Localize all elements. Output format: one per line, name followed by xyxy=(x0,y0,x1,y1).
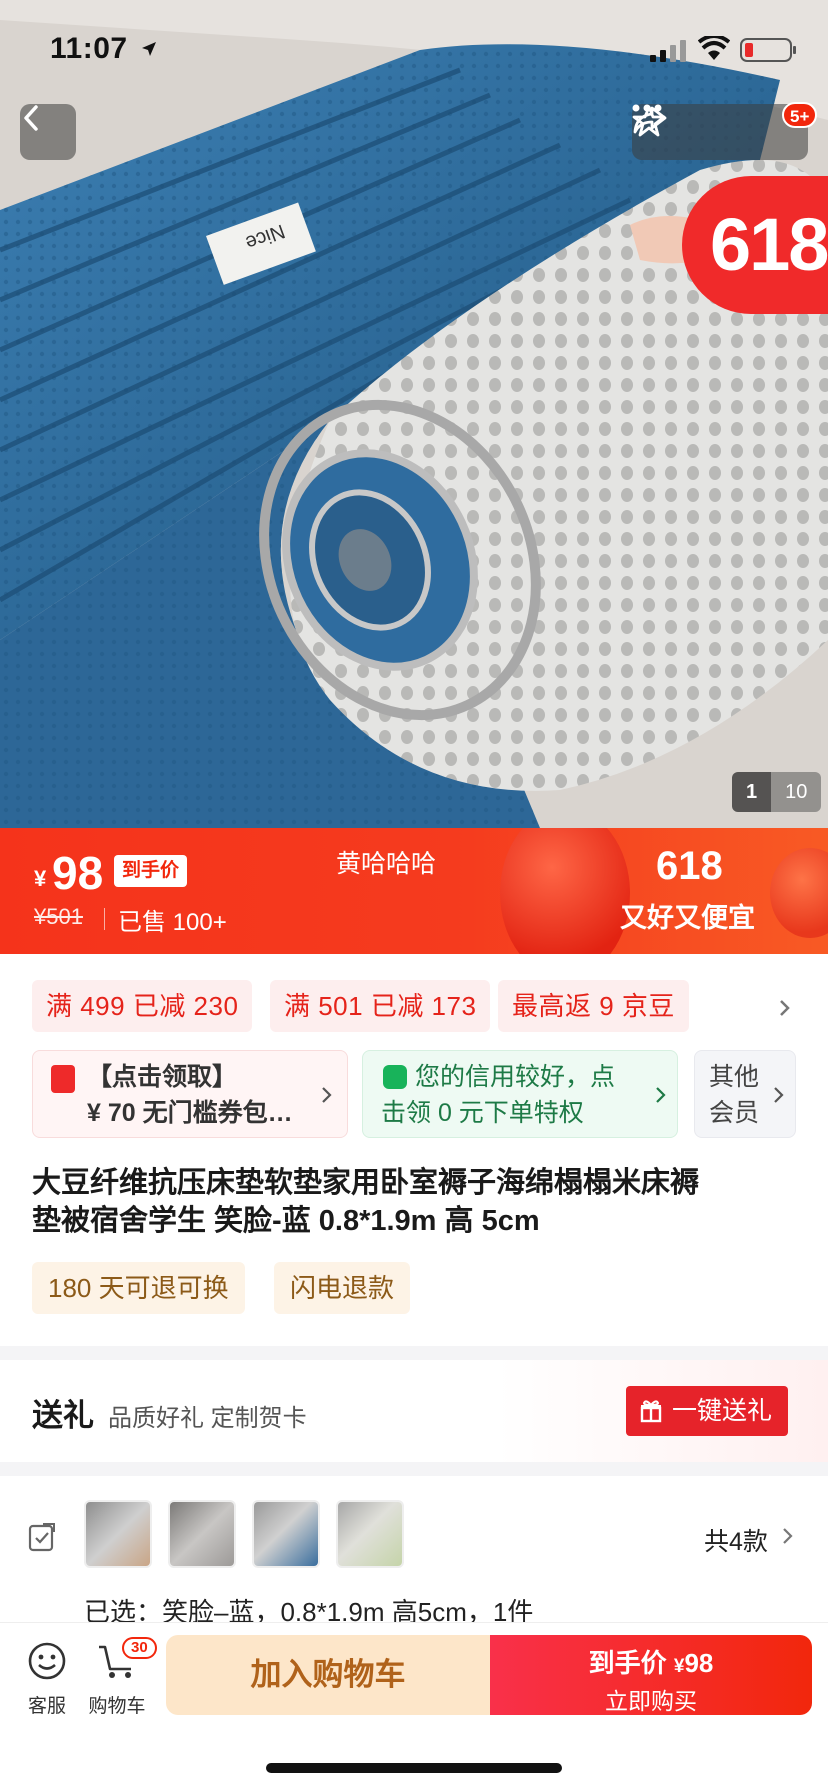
buy-price: 98 xyxy=(684,1648,714,1678)
final-price-tag: 到手价 xyxy=(114,855,188,887)
decorative-balloon xyxy=(770,848,828,938)
chevron-right-icon xyxy=(656,1087,666,1103)
section-divider xyxy=(0,1346,828,1360)
promo-618-sticker: 618 xyxy=(682,176,828,314)
product-title-line: 大豆纤维抗压床垫软垫家用卧室褥子海绵榻榻米床褥 xyxy=(32,1167,700,1199)
service-tag-refund[interactable]: 闪电退款 xyxy=(274,1262,411,1314)
decorative-balloon xyxy=(500,828,630,954)
section-divider xyxy=(0,1462,828,1476)
share-button[interactable] xyxy=(633,106,745,157)
original-price: ¥501 xyxy=(34,904,83,929)
chevron-left-icon xyxy=(24,105,38,131)
member-line2: 会员 xyxy=(709,1099,760,1127)
variant-thumbnail[interactable] xyxy=(168,1500,236,1568)
buy-now-button[interactable]: 到手价 ¥98 立即购买 xyxy=(490,1635,812,1715)
product-title-line: 垫被宿舍学生 笑脸-蓝 0.8*1.9m 高 5cm xyxy=(32,1205,540,1237)
variant-thumbnail-selected[interactable] xyxy=(252,1500,320,1568)
smiley-service-icon xyxy=(28,1642,66,1680)
coupon-icon xyxy=(51,1065,75,1093)
coupon-line2: ¥ 70 无门槛券包… xyxy=(87,1099,293,1127)
variant-count[interactable]: 共4款 xyxy=(704,1522,768,1558)
variant-selector[interactable]: 共4款 已选：笑脸–蓝，0.8*1.9m 高5cm，1件 xyxy=(0,1476,828,1627)
buy-price-label: 到手价 xyxy=(588,1648,667,1678)
image-pager: 1 10 xyxy=(732,772,822,812)
back-button[interactable] xyxy=(20,104,76,160)
location-arrow-icon xyxy=(142,42,156,56)
send-gift-label: 一键送礼 xyxy=(672,1397,773,1425)
sold-count: 已售 100+ xyxy=(118,909,227,936)
variant-thumbnail[interactable] xyxy=(336,1500,404,1568)
chevron-right-icon[interactable] xyxy=(782,1526,794,1546)
price-banner: ¥ 98 到手价 ¥501 已售 100+ 黄哈哈哈 618 又好又便宜 xyxy=(0,828,828,954)
customer-service-button[interactable]: 客服 xyxy=(12,1641,82,1718)
cart-label: 购物车 xyxy=(88,1696,146,1717)
promotions-section: 满 499 已减 230 满 501 已减 173 最高返 9 京豆 【点击领取… xyxy=(0,954,828,1166)
gift-icon xyxy=(640,1400,662,1423)
more-dots-icon xyxy=(632,104,662,112)
product-title: 大豆纤维抗压床垫软垫家用卧室褥子海绵榻榻米床褥 垫被宿舍学生 笑脸-蓝 0.8*… xyxy=(32,1164,796,1240)
jingdou-chip[interactable]: 最高返 9 京豆 xyxy=(498,980,689,1032)
coupon-line1: 【点击领取】 xyxy=(87,1063,238,1091)
chevron-right-icon[interactable] xyxy=(778,998,792,1018)
final-price: 98 xyxy=(52,847,104,899)
gift-heading: 送礼 xyxy=(32,1398,94,1433)
notification-badge: 5+ xyxy=(782,102,818,128)
pager-total: 10 xyxy=(771,772,822,812)
send-gift-button[interactable]: 一键送礼 xyxy=(626,1386,788,1436)
gift-section: 送礼 品质好礼 定制贺卡 一键送礼 xyxy=(0,1360,828,1462)
add-to-cart-button[interactable]: 加入购物车 xyxy=(166,1635,490,1715)
customer-service-label: 客服 xyxy=(27,1696,66,1717)
service-tag-return[interactable]: 180 天可退可换 xyxy=(32,1262,245,1314)
credit-privilege-card[interactable]: 您的信用较好，点 击领 0 元下单特权 xyxy=(362,1050,678,1138)
battery-icon xyxy=(740,38,796,62)
status-time: 11:07 xyxy=(50,32,128,65)
cellular-signal-icon xyxy=(650,40,686,62)
chevron-right-icon xyxy=(322,1087,332,1103)
buy-currency: ¥ xyxy=(673,1656,685,1677)
member-card[interactable]: 其他 会员 xyxy=(694,1050,796,1138)
member-line1: 其他 xyxy=(709,1063,760,1091)
divider xyxy=(104,908,105,930)
cart-count-badge: 30 xyxy=(122,1637,157,1659)
status-bar: 11:07 xyxy=(0,30,828,70)
gift-subtitle: 品质好礼 定制贺卡 xyxy=(108,1405,307,1432)
credit-line1: 您的信用较好，点 xyxy=(415,1063,616,1091)
home-indicator xyxy=(266,1763,562,1773)
coupon-card[interactable]: 【点击领取】 ¥ 70 无门槛券包… xyxy=(32,1050,348,1138)
shop-name[interactable]: 黄哈哈哈 xyxy=(336,844,436,880)
credit-line2: 击领 0 元下单特权 xyxy=(381,1099,584,1127)
pager-current: 1 xyxy=(732,772,772,812)
discount-chip[interactable]: 满 501 已减 173 xyxy=(270,980,491,1032)
discount-chip[interactable]: 满 499 已减 230 xyxy=(32,980,253,1032)
cart-button[interactable]: 30 购物车 xyxy=(82,1637,157,1718)
chevron-right-icon xyxy=(774,1087,784,1103)
event-slogan: 又好又便宜 xyxy=(620,903,755,933)
buy-now-label: 立即购买 xyxy=(605,1688,697,1714)
variant-check-icon xyxy=(28,1523,55,1552)
wifi-icon xyxy=(698,36,730,60)
event-label: 618 xyxy=(656,844,723,888)
variant-thumbnail[interactable] xyxy=(84,1500,152,1568)
product-image-gallery[interactable]: Nice 11:07 5+ 618 1 10 xyxy=(0,0,828,828)
price-currency: ¥ xyxy=(34,866,47,891)
